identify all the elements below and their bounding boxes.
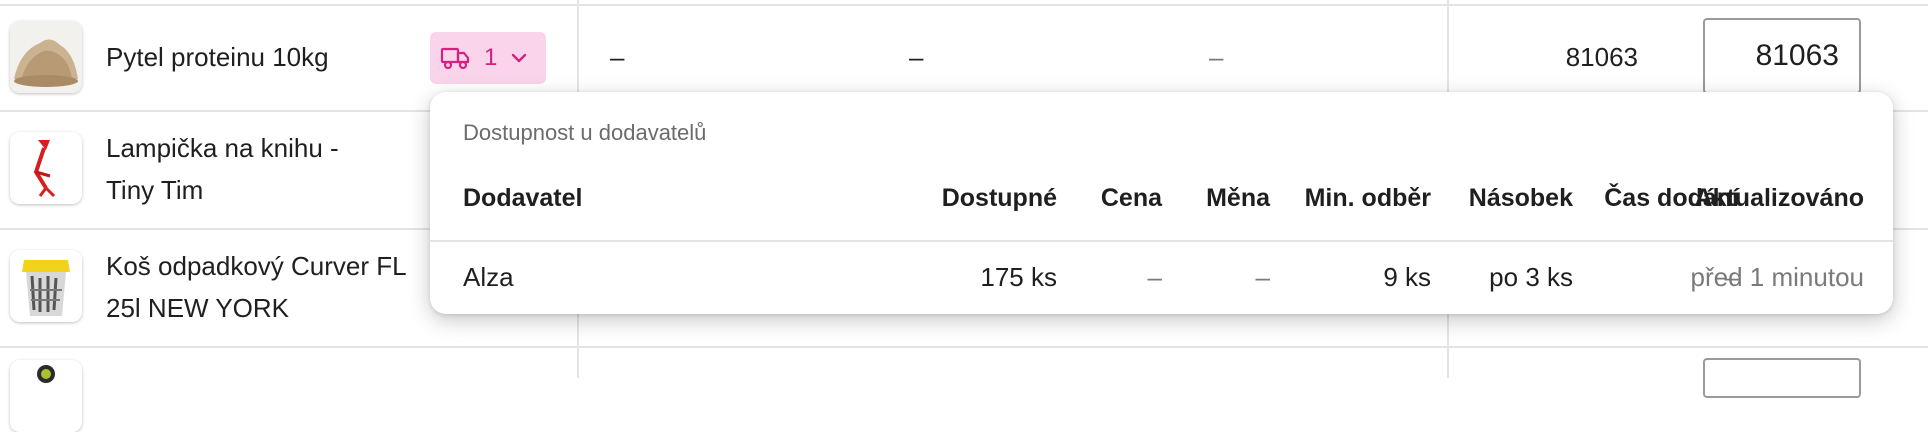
- column-header-min-order: Min. odběr: [1304, 184, 1431, 212]
- supplier-availability-button[interactable]: 1: [430, 32, 546, 84]
- cell-available: 175 ks: [980, 262, 1057, 292]
- cell-empty: –: [1209, 42, 1224, 72]
- supplier-availability-popover: Dostupnost u dodavatelů Dodavatel Dostup…: [430, 92, 1893, 314]
- product-name-line: 25l NEW YORK: [106, 293, 290, 323]
- cell-price: –: [1147, 262, 1162, 292]
- product-name-line: Lampička na knihu -: [106, 133, 339, 163]
- order-quantity-input[interactable]: [1703, 358, 1861, 398]
- product-thumbnail-lamp: [10, 132, 82, 204]
- product-thumbnail-protein: [10, 21, 82, 93]
- chevron-down-icon: [511, 52, 527, 64]
- cell-empty: –: [909, 42, 924, 72]
- column-header-supplier: Dodavatel: [463, 184, 583, 212]
- product-name: Pytel proteinu 10kg: [106, 42, 329, 72]
- product-name: Lampička na knihu - Tiny Tim: [106, 127, 339, 211]
- column-header-available: Dostupné: [941, 184, 1057, 212]
- row-divider: [0, 4, 1928, 6]
- cell-empty: –: [610, 42, 625, 72]
- column-header-currency: Měna: [1206, 184, 1270, 212]
- popover-title: Dostupnost u dodavatelů: [463, 120, 707, 145]
- stock-quantity: 81063: [1565, 42, 1638, 72]
- truck-icon: [440, 46, 470, 70]
- cell-supplier: Alza: [463, 262, 514, 292]
- row-divider: [0, 346, 1928, 348]
- column-header-multiple: Násobek: [1468, 184, 1573, 212]
- header-divider: [430, 240, 1893, 242]
- column-header-updated: Aktualizováno: [1694, 184, 1864, 212]
- cell-currency: –: [1255, 262, 1270, 292]
- column-header-price: Cena: [1100, 184, 1162, 212]
- product-name-line: Koš odpadkový Curver FL: [106, 251, 407, 281]
- cell-updated: před 1 minutou: [1690, 262, 1864, 292]
- order-quantity-input[interactable]: [1703, 18, 1861, 94]
- cell-min-order: 9 ks: [1383, 262, 1431, 292]
- product-name: Koš odpadkový Curver FL 25l NEW YORK: [106, 245, 407, 329]
- cell-multiple: po 3 ks: [1489, 262, 1573, 292]
- product-name-line: Tiny Tim: [106, 175, 204, 205]
- product-thumbnail-bin: [10, 250, 82, 322]
- supplier-count: 1: [484, 44, 498, 71]
- product-thumbnail: [10, 360, 82, 432]
